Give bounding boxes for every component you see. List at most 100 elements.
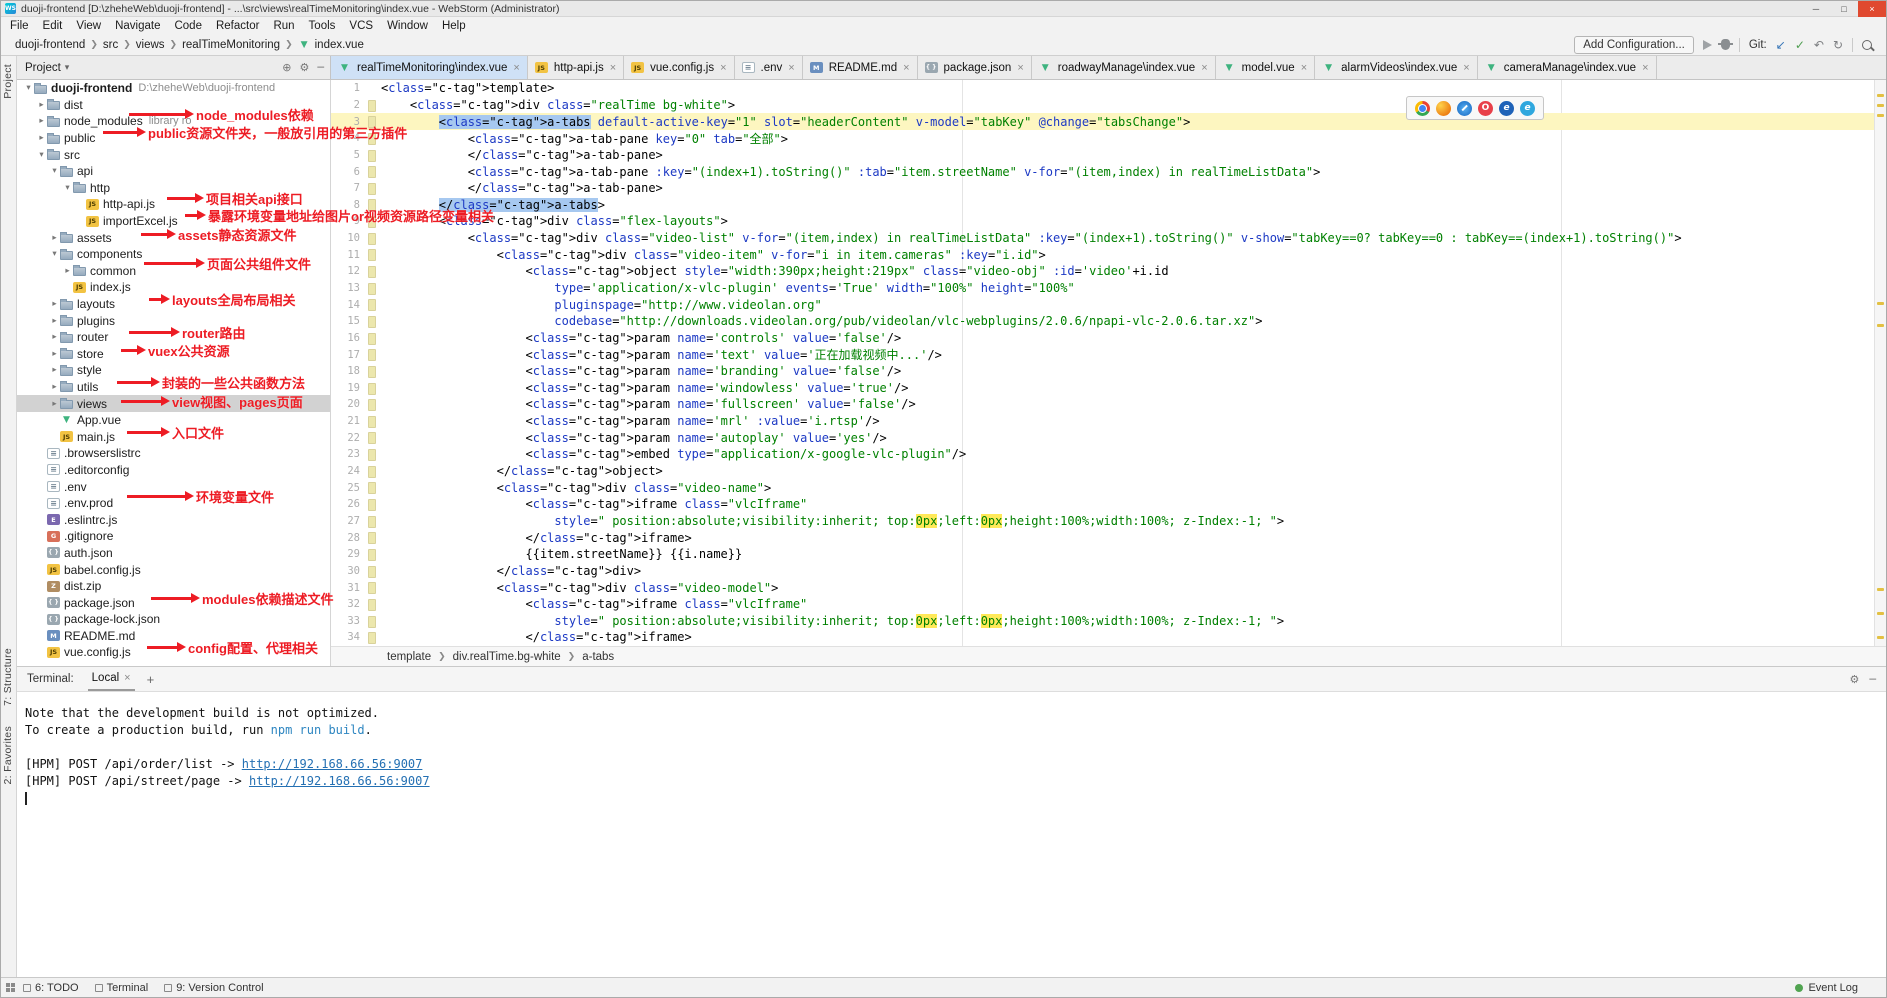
tree-item-components[interactable]: ▾components — [17, 246, 330, 263]
tree-item-readme-md[interactable]: MREADME.md — [17, 628, 330, 645]
menu-item-edit[interactable]: Edit — [36, 20, 70, 32]
tree-item-package-lock-json[interactable]: { }package-lock.json — [17, 611, 330, 628]
breadcrumb-item-src[interactable]: src — [103, 39, 118, 51]
close-tab-icon[interactable]: × — [610, 62, 616, 74]
tree-item-importexcel-js[interactable]: JSimportExcel.js — [17, 213, 330, 230]
tree-item-editorconfig[interactable]: ≡.editorconfig — [17, 462, 330, 479]
editor-tab-http-api-js[interactable]: JShttp-api.js× — [528, 56, 624, 79]
add-configuration-button[interactable]: Add Configuration... — [1574, 36, 1694, 54]
chevron-right-icon[interactable]: ▸ — [49, 382, 60, 392]
editor-tab-vue-config-js[interactable]: JSvue.config.js× — [624, 56, 734, 79]
editor-breadcrumb-a-tabs[interactable]: a-tabs — [582, 651, 614, 663]
chevron-right-icon[interactable]: ▸ — [36, 100, 47, 110]
project-panel-title[interactable]: Project — [25, 62, 61, 74]
tree-item-package-json[interactable]: { }package.json — [17, 594, 330, 611]
editor-tab-realtimemonitoring-index-vue[interactable]: ▼realTimeMonitoring\index.vue× — [331, 56, 528, 79]
close-tab-icon[interactable]: × — [788, 62, 794, 74]
menu-item-file[interactable]: File — [3, 20, 36, 32]
chevron-down-icon[interactable]: ▾ — [36, 150, 47, 160]
tree-item-store[interactable]: ▸store — [17, 346, 330, 363]
editor-tab-env[interactable]: ≡.env× — [735, 56, 803, 79]
close-tab-icon[interactable]: × — [1017, 62, 1023, 74]
tool-stripe-2-favorites[interactable]: 2: Favorites — [2, 726, 14, 784]
inspection-mark[interactable] — [1877, 114, 1884, 117]
menu-item-help[interactable]: Help — [435, 20, 473, 32]
minimize-button[interactable]: ─ — [1802, 1, 1830, 17]
inspection-mark[interactable] — [1877, 104, 1884, 107]
menu-item-run[interactable]: Run — [266, 20, 301, 32]
menu-item-view[interactable]: View — [69, 20, 108, 32]
inspection-mark[interactable] — [1877, 302, 1884, 305]
editor-breadcrumb-template[interactable]: template — [387, 651, 431, 663]
tree-item-env[interactable]: ≡.env — [17, 478, 330, 495]
close-button[interactable]: × — [1858, 1, 1886, 17]
browser-icon-opera[interactable]: O — [1478, 101, 1493, 116]
chevron-right-icon[interactable]: ▸ — [49, 399, 60, 409]
statusbar-9-version-control[interactable]: 9: Version Control — [164, 982, 263, 994]
tree-item-api[interactable]: ▾api — [17, 163, 330, 180]
tree-item-node-modules[interactable]: ▸node_moduleslibrary ro — [17, 113, 330, 130]
breadcrumb-item-views[interactable]: views — [136, 39, 165, 51]
tree-item-assets[interactable]: ▸assets — [17, 229, 330, 246]
tree-item-common[interactable]: ▸common — [17, 263, 330, 280]
close-tab-icon[interactable]: × — [513, 62, 519, 74]
git-history-icon[interactable]: ↻ — [1833, 39, 1843, 51]
terminal-settings-icon[interactable]: ⚙ — [1850, 673, 1860, 686]
locate-icon[interactable]: ⊕ — [282, 61, 291, 74]
editor-tab-model-vue[interactable]: ▼model.vue× — [1216, 56, 1316, 79]
close-tab-icon[interactable]: × — [124, 672, 130, 684]
chevron-down-icon[interactable]: ▾ — [49, 249, 60, 259]
tree-item-babel-config-js[interactable]: JSbabel.config.js — [17, 561, 330, 578]
breadcrumb-item-index-vue[interactable]: ▼index.vue — [298, 39, 364, 51]
browser-icon-ie[interactable]: e — [1499, 101, 1514, 116]
statusbar-terminal[interactable]: Terminal — [95, 982, 149, 994]
breadcrumb-item-duoji-frontend[interactable]: duoji-frontend — [15, 39, 85, 51]
menu-item-code[interactable]: Code — [167, 20, 209, 32]
browser-icon-safari[interactable] — [1457, 101, 1472, 116]
tree-item-public[interactable]: ▸public — [17, 130, 330, 147]
settings-icon[interactable]: ⚙ — [300, 61, 310, 74]
maximize-button[interactable]: □ — [1830, 1, 1858, 17]
tree-item-vue-config-js[interactable]: JSvue.config.js — [17, 644, 330, 661]
inspection-mark[interactable] — [1877, 324, 1884, 327]
tool-stripe-project[interactable]: Project — [2, 64, 14, 99]
new-session-icon[interactable]: + — [147, 672, 155, 687]
terminal-output[interactable]: Note that the development build is not o… — [17, 692, 1886, 808]
tree-item-index-js[interactable]: JSindex.js — [17, 279, 330, 296]
editor-tab-roadwaymanage-index-vue[interactable]: ▼roadwayManage\index.vue× — [1032, 56, 1216, 79]
terminal-minimize-icon[interactable]: ─ — [1869, 673, 1876, 686]
terminal-tab-local[interactable]: Local × — [88, 667, 135, 691]
tree-item-dist[interactable]: ▸dist — [17, 97, 330, 114]
close-tab-icon[interactable]: × — [1642, 62, 1648, 74]
close-tab-icon[interactable]: × — [1463, 62, 1469, 74]
close-tab-icon[interactable]: × — [720, 62, 726, 74]
tree-item-utils[interactable]: ▸utils — [17, 379, 330, 396]
tree-item-plugins[interactable]: ▸plugins — [17, 312, 330, 329]
terminal-link[interactable]: http://192.168.66.56:9007 — [249, 774, 430, 788]
tool-stripe-7-structure[interactable]: 7: Structure — [2, 648, 14, 706]
close-tab-icon[interactable]: × — [903, 62, 909, 74]
chevron-right-icon[interactable]: ▸ — [62, 266, 73, 276]
chevron-right-icon[interactable]: ▸ — [49, 349, 60, 359]
tree-item-gitignore[interactable]: G.gitignore — [17, 528, 330, 545]
tree-item-layouts[interactable]: ▸layouts — [17, 296, 330, 313]
menu-item-window[interactable]: Window — [380, 20, 435, 32]
browser-icon-chrome[interactable] — [1415, 101, 1430, 116]
tree-item-eslintrc-js[interactable]: E.eslintrc.js — [17, 511, 330, 528]
inspection-mark[interactable] — [1877, 612, 1884, 615]
code-area[interactable]: 1<class="c-tag">template>2 <class="c-tag… — [331, 80, 1874, 646]
git-revert-icon[interactable]: ↶ — [1814, 39, 1824, 51]
tree-item-http[interactable]: ▾http — [17, 180, 330, 197]
chevron-right-icon[interactable]: ▸ — [36, 133, 47, 143]
tree-item-http-api-js[interactable]: JShttp-api.js — [17, 196, 330, 213]
terminal-link[interactable]: http://192.168.66.56:9007 — [242, 757, 423, 771]
close-tab-icon[interactable]: × — [1301, 62, 1307, 74]
browser-icon-firefox[interactable] — [1436, 101, 1451, 116]
menu-item-refactor[interactable]: Refactor — [209, 20, 266, 32]
tree-item-auth-json[interactable]: { }auth.json — [17, 545, 330, 562]
tool-windows-icon[interactable] — [6, 983, 15, 992]
tree-item-views[interactable]: ▸views — [17, 395, 330, 412]
tree-item-env-prod[interactable]: ≡.env.prod — [17, 495, 330, 512]
inspection-mark[interactable] — [1877, 588, 1884, 591]
breadcrumb-item-realtimemonitoring[interactable]: realTimeMonitoring — [182, 39, 280, 51]
